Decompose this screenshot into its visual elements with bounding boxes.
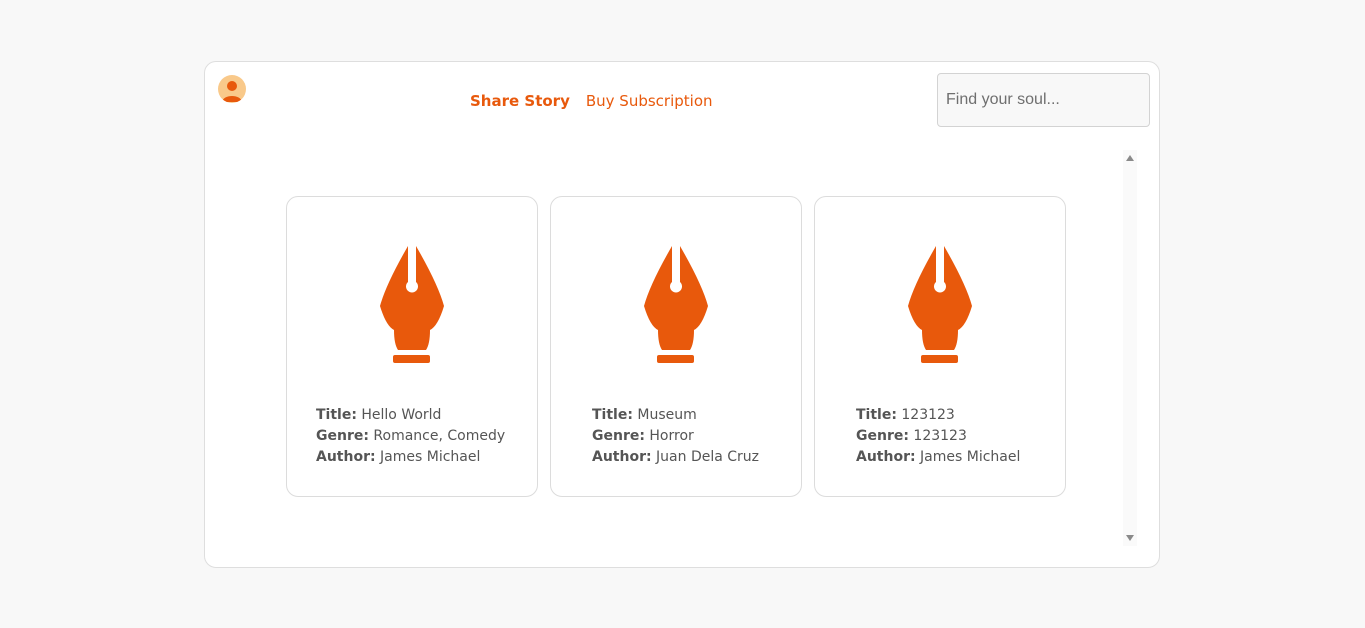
search-input[interactable] [937, 73, 1150, 127]
genre-label: Genre: [856, 428, 909, 444]
story-meta: Title: Museum Genre: Horror Author: Juan… [592, 405, 759, 468]
author-label: Author: [316, 449, 376, 465]
story-card[interactable]: Title: Museum Genre: Horror Author: Juan… [550, 196, 802, 497]
vertical-scrollbar[interactable] [1123, 150, 1137, 546]
genre-label: Genre: [316, 428, 369, 444]
story-title: 123123 [901, 407, 955, 423]
title-label: Title: [592, 407, 633, 423]
story-title-row: Title: 123123 [856, 405, 1020, 426]
story-genre-row: Genre: Romance, Comedy [316, 426, 505, 447]
main-nav: Share Story Buy Subscription [470, 90, 713, 112]
story-genre-row: Genre: Horror [592, 426, 759, 447]
story-author: James Michael [380, 449, 481, 465]
scroll-down-arrow-icon[interactable] [1126, 535, 1134, 541]
story-title: Hello World [361, 407, 442, 423]
story-meta: Title: Hello World Genre: Romance, Comed… [316, 405, 505, 468]
story-card[interactable]: Title: Hello World Genre: Romance, Comed… [286, 196, 538, 497]
story-meta: Title: 123123 Genre: 123123 Author: Jame… [856, 405, 1020, 468]
story-title-row: Title: Museum [592, 405, 759, 426]
story-genre: Horror [649, 428, 694, 444]
app-window: Share Story Buy Subscription Title: Hell… [204, 61, 1160, 568]
fountain-pen-nib-icon [908, 246, 972, 363]
buy-subscription-link[interactable]: Buy Subscription [586, 92, 713, 110]
title-label: Title: [316, 407, 357, 423]
user-avatar-icon[interactable] [218, 75, 246, 103]
scroll-up-arrow-icon[interactable] [1126, 155, 1134, 161]
story-genre: Romance, Comedy [373, 428, 506, 444]
story-card[interactable]: Title: 123123 Genre: 123123 Author: Jame… [814, 196, 1066, 497]
story-author-row: Author: James Michael [856, 447, 1020, 468]
title-label: Title: [856, 407, 897, 423]
story-author: James Michael [920, 449, 1021, 465]
author-label: Author: [592, 449, 652, 465]
story-author-row: Author: James Michael [316, 447, 505, 468]
author-label: Author: [856, 449, 916, 465]
genre-label: Genre: [592, 428, 645, 444]
story-author: Juan Dela Cruz [656, 449, 760, 465]
fountain-pen-nib-icon [380, 246, 444, 363]
share-story-link[interactable]: Share Story [470, 92, 570, 110]
story-genre-row: Genre: 123123 [856, 426, 1020, 447]
story-card-list: Title: Hello World Genre: Romance, Comed… [286, 196, 1066, 497]
story-title-row: Title: Hello World [316, 405, 505, 426]
story-author-row: Author: Juan Dela Cruz [592, 447, 759, 468]
story-genre: 123123 [913, 428, 967, 444]
fountain-pen-nib-icon [644, 246, 708, 363]
story-title: Museum [637, 407, 697, 423]
